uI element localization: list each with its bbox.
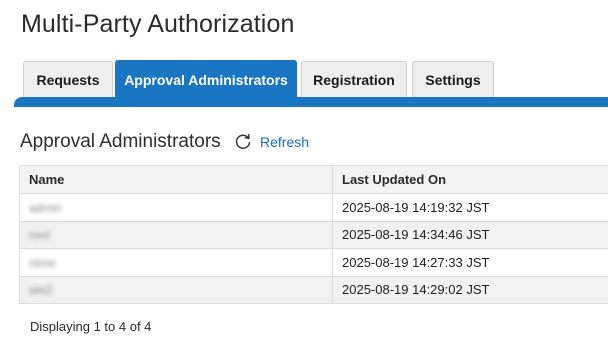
- refresh-icon: [233, 132, 253, 152]
- last-updated-cell: 2025-08-19 14:29:02 JST: [332, 275, 608, 304]
- name-cell: ate2: [19, 275, 333, 304]
- name-cell: admin: [19, 193, 333, 222]
- redacted-name: ntme: [29, 255, 56, 270]
- tab-bar: Requests Approval Administrators Registr…: [14, 60, 608, 107]
- table-row[interactable]: ntme 2025-08-19 14:27:33 JST: [19, 248, 608, 277]
- table-row[interactable]: root 2025-08-19 14:34:46 JST: [19, 220, 608, 249]
- redacted-name: root: [29, 228, 50, 243]
- table-row[interactable]: admin 2025-08-19 14:19:32 JST: [19, 193, 608, 222]
- tab-registration[interactable]: Registration: [301, 61, 407, 97]
- last-updated-cell: 2025-08-19 14:27:33 JST: [332, 248, 608, 277]
- table-row[interactable]: ate2 2025-08-19 14:29:02 JST: [19, 275, 608, 304]
- tab-approval-administrators[interactable]: Approval Administrators: [115, 60, 297, 98]
- name-cell: root: [19, 220, 333, 249]
- approval-administrators-table: Name Last Updated On admin 2025-08-19 14…: [19, 165, 608, 304]
- last-updated-cell: 2025-08-19 14:34:46 JST: [332, 220, 608, 249]
- table-header-row: Name Last Updated On: [19, 165, 608, 194]
- column-header-last-updated[interactable]: Last Updated On: [332, 165, 608, 194]
- tab-underline-bar: [14, 97, 608, 107]
- last-updated-cell: 2025-08-19 14:19:32 JST: [332, 193, 608, 222]
- redacted-name: ate2: [29, 283, 53, 298]
- name-cell: ntme: [19, 248, 333, 277]
- redacted-name: admin: [29, 200, 62, 215]
- tab-requests[interactable]: Requests: [23, 61, 113, 97]
- column-header-name[interactable]: Name: [19, 165, 333, 194]
- refresh-button[interactable]: Refresh: [233, 131, 309, 153]
- refresh-label: Refresh: [260, 134, 310, 150]
- page-title: Multi-Party Authorization: [21, 10, 295, 38]
- section-title: Approval Administrators: [20, 131, 221, 152]
- tab-settings[interactable]: Settings: [412, 61, 494, 97]
- pagination-status: Displaying 1 to 4 of 4: [30, 319, 152, 334]
